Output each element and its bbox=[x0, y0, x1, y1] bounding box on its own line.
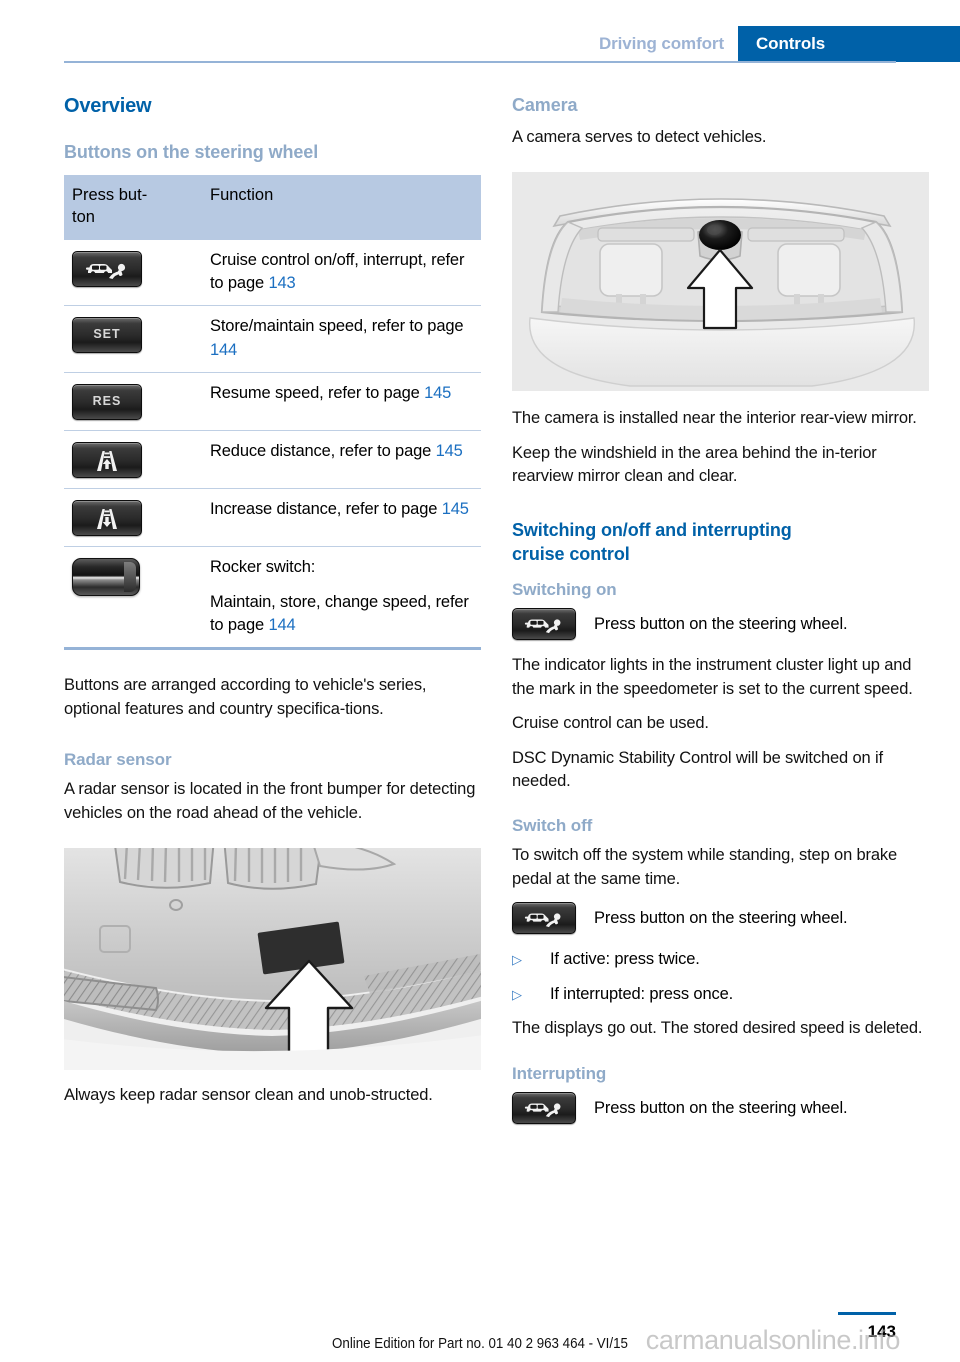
page-reference-link[interactable]: 145 bbox=[436, 442, 463, 460]
set-button-label: SET bbox=[93, 327, 121, 342]
caption-radar-sensor: Always keep radar sensor clean and unob-… bbox=[64, 1086, 433, 1105]
table-cell-function: Increase distance, refer to page 145 bbox=[202, 488, 481, 548]
paragraph-camera-location: The camera is installed near the interio… bbox=[512, 409, 917, 428]
section-heading-radar-sensor: Radar sensor bbox=[64, 750, 172, 770]
paragraph-cruise-usable: Cruise control can be used. bbox=[512, 714, 709, 733]
function-text-secondary: Maintain, store, change speed, refer to … bbox=[210, 592, 469, 635]
table-cell-button bbox=[64, 547, 202, 648]
table-header-function: Function bbox=[202, 175, 481, 240]
paragraph-displays-go-out: The displays go out. The stored desired … bbox=[512, 1019, 923, 1038]
table-cell-function: Reduce distance, refer to page 145 bbox=[202, 430, 481, 490]
reduce-distance-icon[interactable] bbox=[72, 442, 142, 479]
section-heading-camera: Camera bbox=[512, 95, 578, 115]
cruise-control-icon[interactable] bbox=[512, 902, 576, 935]
left-column: Overview Buttons on the steering wheel P… bbox=[64, 95, 481, 1119]
table-row: Increase distance, refer to page 145 bbox=[64, 488, 481, 548]
watermark: carmanualsonline.info bbox=[645, 1325, 901, 1355]
page-reference-link[interactable]: 144 bbox=[268, 616, 295, 634]
subsection-heading-interrupting: Interrupting bbox=[512, 1063, 607, 1083]
table-header-row: Press but-ton Function bbox=[64, 175, 481, 240]
cruise-control-icon[interactable] bbox=[512, 1091, 576, 1124]
paragraph-buttons-arrangement: Buttons are arranged according to vehicl… bbox=[64, 676, 427, 718]
set-button-icon[interactable]: SET bbox=[72, 317, 142, 354]
list-item: ▷ If active: press twice. bbox=[512, 948, 929, 971]
page-reference-link[interactable]: 145 bbox=[442, 500, 469, 518]
instruction-interrupting: Press button on the steering wheel. bbox=[512, 1091, 929, 1124]
breadcrumb: Driving comfort Controls bbox=[585, 26, 960, 62]
front-bumper-radar-sensor-illustration bbox=[64, 848, 481, 1071]
table-row: Cruise control on/off, interrupt, refer … bbox=[64, 239, 481, 307]
steering-wheel-buttons-table: Press but-ton Function Cruise control on… bbox=[64, 175, 481, 647]
res-button-label: RES bbox=[92, 394, 122, 409]
table-cell-button: RES bbox=[64, 372, 202, 432]
table-row: Rocker switch: Maintain, store, change s… bbox=[64, 547, 481, 648]
rocker-switch-icon[interactable] bbox=[72, 558, 140, 597]
page-reference-link[interactable]: 145 bbox=[424, 384, 451, 402]
breadcrumb-section-driving-comfort[interactable]: Driving comfort bbox=[585, 26, 738, 62]
table-cell-button: SET bbox=[64, 305, 202, 374]
paragraph-camera-cleaning: Keep the windshield in the area behind t… bbox=[512, 443, 877, 486]
increase-distance-icon[interactable] bbox=[72, 500, 142, 537]
table-row: RES Resume speed, refer to page 145 bbox=[64, 372, 481, 432]
instruction-caption: Press button on the steering wheel. bbox=[594, 615, 848, 634]
table-row: Reduce distance, refer to page 145 bbox=[64, 430, 481, 490]
function-text: Resume speed, refer to page bbox=[210, 384, 425, 403]
table-cell-function: Rocker switch: Maintain, store, change s… bbox=[202, 547, 481, 648]
camera-location-figure bbox=[512, 172, 929, 392]
table-cell-function: Store/maintain speed, refer to page 144 bbox=[202, 305, 481, 374]
table-row: SET Store/maintain speed, refer to page … bbox=[64, 305, 481, 374]
paragraph-switch-off-standing: To switch off the system while standing,… bbox=[512, 846, 898, 888]
instruction-caption: Press button on the steering wheel. bbox=[594, 1098, 848, 1117]
function-text: Store/maintain speed, refer to page bbox=[210, 317, 464, 336]
instruction-switching-on: Press button on the steering wheel. bbox=[512, 608, 929, 641]
paragraph-dsc: DSC Dynamic Stability Control will be sw… bbox=[512, 748, 883, 790]
function-text: Cruise control on/off, interrupt, refer … bbox=[210, 250, 465, 292]
breadcrumb-chapter-controls[interactable]: Controls bbox=[738, 26, 960, 62]
function-text: Rocker switch: bbox=[210, 558, 316, 577]
list-item: ▷ If interrupted: press once. bbox=[512, 983, 929, 1006]
page-reference-link[interactable]: 144 bbox=[210, 341, 237, 359]
triangle-bullet-icon: ▷ bbox=[512, 986, 522, 1002]
section-heading-switching-cruise-control: Switching on/off and interrupting cruise … bbox=[512, 519, 792, 564]
res-button-icon[interactable]: RES bbox=[72, 384, 142, 421]
radar-sensor-figure bbox=[64, 848, 481, 1071]
list-item-label: If interrupted: press once. bbox=[550, 984, 734, 1003]
page-number-divider bbox=[838, 1312, 896, 1315]
table-cell-button bbox=[64, 488, 202, 548]
subsection-heading-switching-on: Switching on bbox=[512, 580, 617, 600]
paragraph-indicator-lights: The indicator lights in the instrument c… bbox=[512, 656, 913, 698]
instruction-switch-off: Press button on the steering wheel. bbox=[512, 902, 929, 935]
table-cell-function: Resume speed, refer to page 145 bbox=[202, 372, 481, 432]
triangle-bullet-icon: ▷ bbox=[512, 952, 522, 968]
table-cell-button bbox=[64, 430, 202, 490]
header-divider bbox=[64, 61, 896, 63]
section-heading-buttons-steering-wheel: Buttons on the steering wheel bbox=[64, 142, 319, 162]
right-column: Camera A camera serves to detect vehicle… bbox=[512, 95, 929, 1138]
table-cell-button bbox=[64, 239, 202, 307]
table-cell-function: Cruise control on/off, interrupt, refer … bbox=[202, 239, 481, 307]
instruction-caption: Press button on the steering wheel. bbox=[594, 909, 848, 928]
list-item-label: If active: press twice. bbox=[550, 950, 700, 969]
page-header: Driving comfort Controls bbox=[0, 0, 960, 63]
subsection-heading-switch-off: Switch off bbox=[512, 816, 593, 836]
cruise-control-icon[interactable] bbox=[512, 608, 576, 641]
page-title: Overview bbox=[64, 95, 152, 117]
page-reference-link[interactable]: 143 bbox=[268, 274, 295, 292]
paragraph-radar-sensor: A radar sensor is located in the front b… bbox=[64, 780, 476, 822]
windshield-camera-location-illustration bbox=[512, 172, 929, 392]
function-text: Reduce distance, refer to page bbox=[210, 442, 436, 461]
paragraph-camera-intro: A camera serves to detect vehicles. bbox=[512, 128, 767, 146]
page-footer: 143 Online Edition for Part no. 01 40 2 … bbox=[0, 1288, 960, 1362]
function-text: Increase distance, refer to page bbox=[210, 500, 442, 519]
table-header-press-button: Press but-ton bbox=[64, 175, 202, 240]
cruise-control-icon[interactable] bbox=[72, 250, 142, 287]
